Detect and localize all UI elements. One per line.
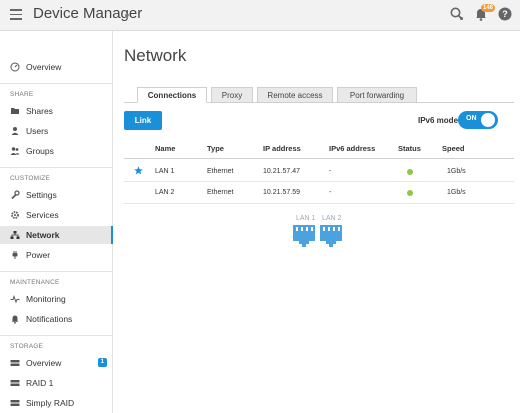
sidebar-item-notifications[interactable]: Notifications xyxy=(0,310,113,328)
chevron-down-icon[interactable]: ▼ xyxy=(123,12,131,21)
column-header-status: Status xyxy=(398,144,421,153)
divider xyxy=(0,167,113,168)
gear-icon xyxy=(11,211,19,219)
sidebar-item-label: Notifications xyxy=(26,314,73,324)
column-header-ip: IP address xyxy=(263,144,301,153)
pulse-icon xyxy=(10,294,20,304)
sidebar-item-simply-raid[interactable]: Simply RAID xyxy=(0,394,113,412)
cell-ip: 10.21.57.47 xyxy=(263,168,300,175)
section-heading-maintenance: MAINTENANCE xyxy=(10,279,60,286)
cell-name: LAN 1 xyxy=(155,168,175,175)
help-icon[interactable]: ? xyxy=(497,6,513,22)
sidebar-item-label: RAID 1 xyxy=(26,378,54,388)
notification-badge: 148 xyxy=(481,4,496,12)
column-header-type: Type xyxy=(207,144,224,153)
star-icon[interactable] xyxy=(134,166,143,175)
page-title: Network xyxy=(124,46,187,65)
bell-icon xyxy=(11,315,19,324)
sidebar-item-storage-overview[interactable]: Overview 1 xyxy=(0,354,113,372)
folder-icon xyxy=(11,108,19,114)
sidebar: Overview SHARE Shares Users Groups CUSTO… xyxy=(0,31,113,413)
table-header-divider xyxy=(124,158,514,159)
sidebar-item-label: Simply RAID xyxy=(26,398,75,408)
section-heading-share: SHARE xyxy=(10,91,34,98)
sidebar-item-groups[interactable]: Groups xyxy=(0,142,113,160)
cell-type: Ethernet xyxy=(207,189,234,196)
sidebar-item-label: Overview xyxy=(26,358,62,368)
status-connected-icon xyxy=(407,190,413,196)
sidebar-item-label: Network xyxy=(26,230,60,240)
tab-proxy[interactable]: Proxy xyxy=(211,87,253,103)
sidebar-item-label: Settings xyxy=(26,190,57,200)
disk-icon xyxy=(10,360,20,366)
tab-port-forwarding[interactable]: Port forwarding xyxy=(337,87,417,103)
sidebar-item-label: Groups xyxy=(26,146,54,156)
svg-text:?: ? xyxy=(502,9,508,19)
sidebar-item-monitoring[interactable]: Monitoring xyxy=(0,290,113,308)
link-button[interactable]: Link xyxy=(124,111,162,130)
cell-type: Ethernet xyxy=(207,168,234,175)
sidebar-item-label: Monitoring xyxy=(26,294,66,304)
port-label-lan-2: LAN 2 xyxy=(322,215,342,222)
column-header-ipv6: IPv6 address xyxy=(329,144,376,153)
plug-icon xyxy=(12,251,18,259)
sidebar-item-settings[interactable]: Settings xyxy=(0,186,113,204)
cell-ip: 10.21.57.59 xyxy=(263,189,300,196)
column-header-speed: Speed xyxy=(442,144,465,153)
ipv6-mode-toggle[interactable]: ON xyxy=(458,111,498,129)
group-icon xyxy=(10,147,20,155)
cell-ipv6: - xyxy=(329,189,332,196)
sidebar-item-label: Services xyxy=(26,210,59,220)
status-connected-icon xyxy=(407,169,413,175)
cell-name: LAN 2 xyxy=(155,189,175,196)
sidebar-item-services[interactable]: Services xyxy=(0,206,113,224)
ethernet-port-icon[interactable] xyxy=(319,224,343,248)
divider xyxy=(0,335,113,336)
column-header-name: Name xyxy=(155,144,176,153)
tab-connections[interactable]: Connections xyxy=(137,87,207,103)
user-icon xyxy=(11,127,19,135)
section-heading-storage: STORAGE xyxy=(10,343,44,350)
toggle-knob[interactable] xyxy=(481,113,495,127)
menu-icon[interactable] xyxy=(10,9,22,20)
top-bar: Device Manager ▼ 148 ? xyxy=(0,0,520,31)
ipv6-mode-label: IPv6 mode xyxy=(418,116,459,125)
sidebar-item-label: Power xyxy=(26,250,51,260)
ethernet-port-icon[interactable] xyxy=(292,224,316,248)
cell-speed: 1Gb/s xyxy=(447,189,466,196)
storage-alert-badge: 1 xyxy=(97,358,107,367)
sidebar-item-shares[interactable]: Shares xyxy=(0,102,113,120)
sidebar-item-label: Users xyxy=(26,126,49,136)
sidebar-item-power[interactable]: Power xyxy=(0,246,113,264)
section-heading-customize: CUSTOMIZE xyxy=(10,175,50,182)
divider xyxy=(0,83,113,84)
sidebar-item-network[interactable]: Network xyxy=(0,226,113,244)
sidebar-item-label: Overview xyxy=(26,62,62,72)
network-icon xyxy=(10,231,20,239)
sidebar-item-raid-1[interactable]: RAID 1 xyxy=(0,374,113,392)
row-divider xyxy=(124,181,514,182)
wrench-icon xyxy=(11,190,20,200)
tab-remote-access[interactable]: Remote access xyxy=(257,87,333,103)
cell-ipv6: - xyxy=(329,168,332,175)
disk-icon xyxy=(10,380,20,386)
cell-speed: 1Gb/s xyxy=(447,168,466,175)
port-label-lan-1: LAN 1 xyxy=(296,215,316,222)
sidebar-item-label: Shares xyxy=(26,106,53,116)
dashboard-icon xyxy=(10,62,20,72)
sidebar-item-overview[interactable]: Overview xyxy=(0,58,113,76)
divider xyxy=(0,271,113,272)
toggle-state-text: ON xyxy=(466,115,477,122)
sidebar-item-users[interactable]: Users xyxy=(0,122,113,140)
disk-icon xyxy=(10,400,20,406)
row-divider xyxy=(124,203,514,204)
search-settings-icon[interactable] xyxy=(449,6,465,22)
